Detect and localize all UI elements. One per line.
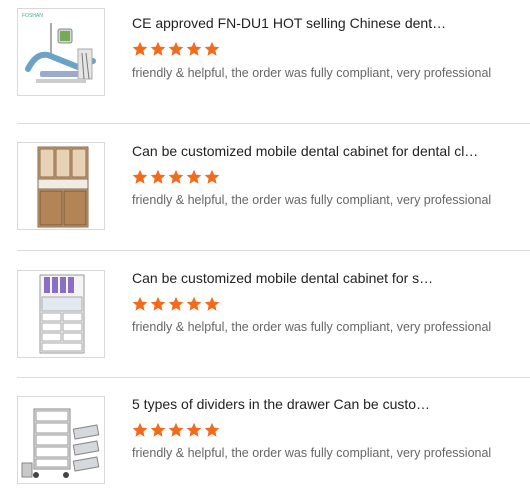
review-text: friendly & helpful, the order was fully …	[132, 193, 492, 207]
divider	[17, 123, 530, 124]
star-icon	[168, 422, 184, 437]
product-title[interactable]: 5 types of dividers in the drawer Can be…	[132, 396, 492, 412]
review-item: Can be customized mobile dental cabinet …	[0, 125, 530, 251]
star-icon	[150, 169, 166, 184]
star-icon	[132, 169, 148, 184]
star-rating	[132, 41, 220, 57]
star-icon	[186, 422, 202, 437]
star-icon	[204, 296, 220, 311]
star-icon	[204, 169, 220, 184]
product-title[interactable]: CE approved FN-DU1 HOT selling Chinese d…	[132, 15, 492, 31]
star-icon	[132, 422, 148, 437]
review-item: FOSHAN CE approved FN-DU1 HOT selling Ch…	[0, 0, 530, 125]
product-thumbnail[interactable]: FOSHAN	[17, 8, 105, 96]
review-item: Can be customized mobile dental cabinet …	[0, 252, 530, 378]
star-rating	[132, 296, 220, 312]
divider	[17, 250, 530, 251]
star-icon	[168, 169, 184, 184]
drawer-dividers-image	[18, 397, 104, 483]
review-text: friendly & helpful, the order was fully …	[132, 66, 492, 80]
star-icon	[150, 296, 166, 311]
star-icon	[204, 422, 220, 437]
review-text: friendly & helpful, the order was fully …	[132, 320, 492, 334]
star-rating	[132, 422, 220, 438]
dental-chair-image: FOSHAN	[18, 9, 104, 95]
white-dental-cabinet-image	[18, 271, 104, 357]
star-icon	[168, 296, 184, 311]
product-thumbnail[interactable]	[17, 270, 105, 358]
review-item: 5 types of dividers in the drawer Can be…	[0, 378, 530, 503]
star-icon	[150, 41, 166, 56]
star-icon	[150, 422, 166, 437]
svg-text:FOSHAN: FOSHAN	[22, 13, 43, 19]
product-thumbnail[interactable]	[17, 396, 105, 484]
product-title[interactable]: Can be customized mobile dental cabinet …	[132, 143, 492, 159]
star-icon	[186, 296, 202, 311]
star-icon	[204, 41, 220, 56]
star-icon	[186, 41, 202, 56]
star-icon	[132, 41, 148, 56]
star-icon	[132, 296, 148, 311]
product-thumbnail[interactable]	[17, 142, 105, 230]
wooden-dental-cabinet-image	[18, 143, 104, 229]
product-title[interactable]: Can be customized mobile dental cabinet …	[132, 270, 492, 286]
review-text: friendly & helpful, the order was fully …	[132, 446, 492, 460]
star-rating	[132, 169, 220, 185]
star-icon	[186, 169, 202, 184]
review-list: FOSHAN CE approved FN-DU1 HOT selling Ch…	[0, 0, 530, 494]
star-icon	[168, 41, 184, 56]
